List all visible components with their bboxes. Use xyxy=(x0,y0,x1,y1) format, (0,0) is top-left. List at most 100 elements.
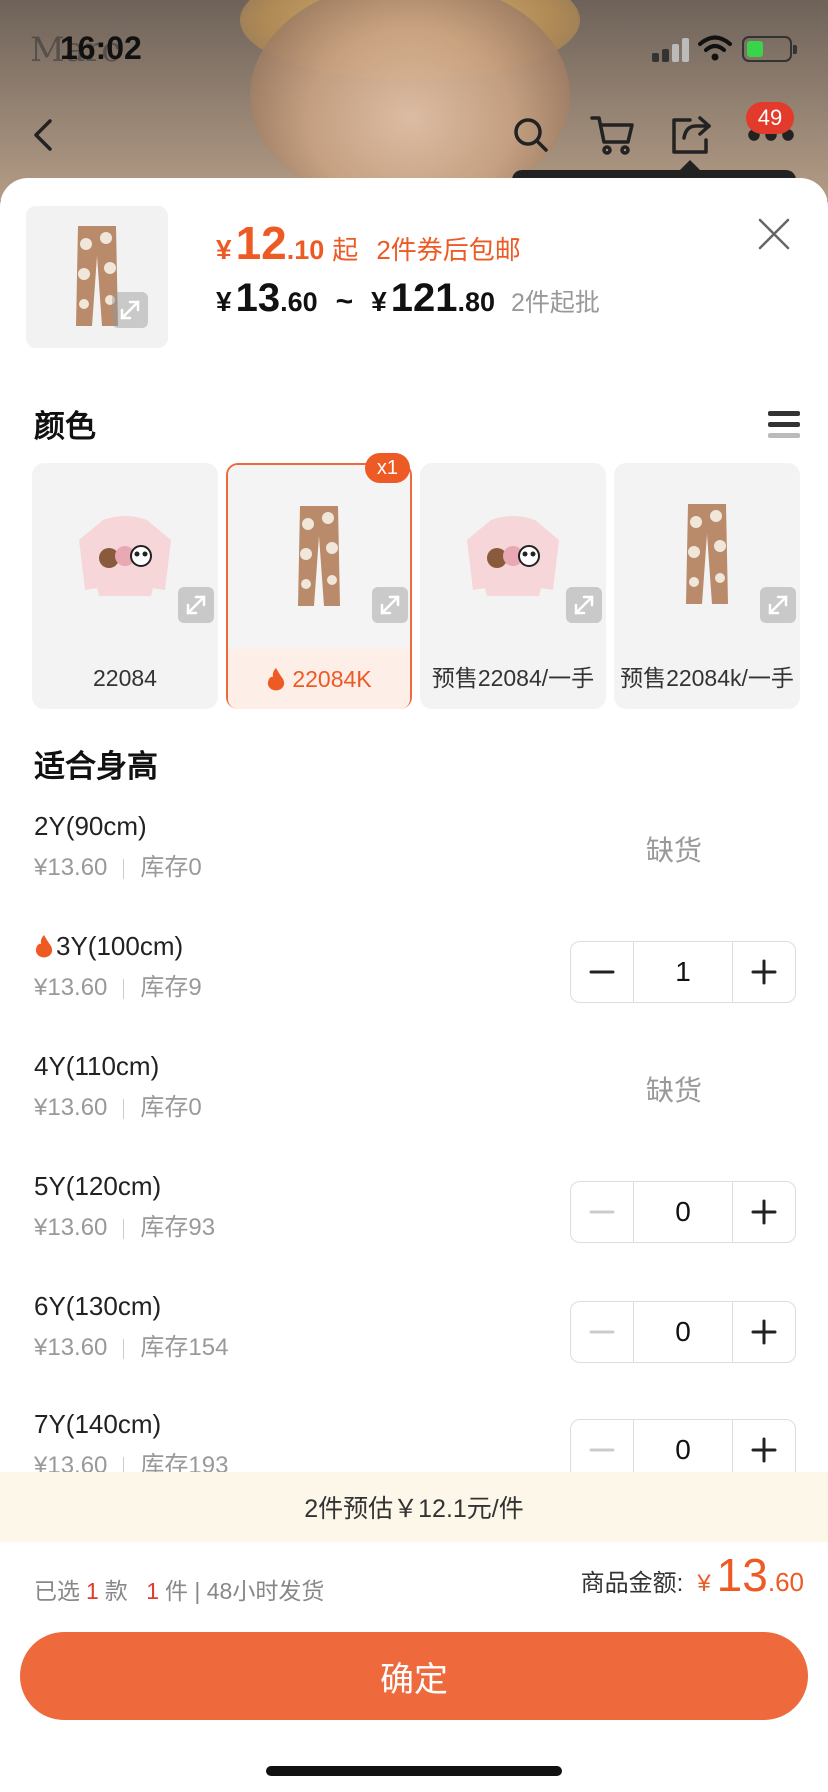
size-name: 3Y(100cm) xyxy=(56,931,184,961)
share-button[interactable] xyxy=(660,104,722,166)
size-price-stock: ¥13.60 库存0 xyxy=(34,847,202,882)
sheet-body[interactable]: 颜色 22084 x1 22084K 预售22084/一手 预售22084k/一… xyxy=(14,373,814,1473)
quantity-value[interactable]: 1 xyxy=(633,942,733,1002)
expand-icon[interactable] xyxy=(112,292,148,328)
product-thumbnail[interactable] xyxy=(26,206,168,348)
color-option-label: 22084 xyxy=(93,664,157,691)
size-price: ¥13.60 xyxy=(34,1214,108,1241)
items-count: 1 xyxy=(146,1578,159,1604)
size-name: 5Y(120cm) xyxy=(34,1171,162,1201)
confirm-button[interactable]: 确定 xyxy=(20,1632,808,1720)
list-view-icon[interactable] xyxy=(768,411,800,445)
color-option-presale-22084[interactable]: 预售22084/一手 xyxy=(420,463,606,709)
size-name: 7Y(140cm) xyxy=(34,1409,162,1439)
close-icon xyxy=(758,218,790,250)
size-stock: 库存0 xyxy=(140,1094,202,1121)
size-row: 4Y(110cm) ¥13.60 库存0 缺货 xyxy=(14,1051,814,1151)
price-range: ¥ 13 .60 ~ ¥ 121 .80 2件起批 xyxy=(216,276,600,321)
quantity-stepper: 0 xyxy=(570,1181,796,1243)
range-low-integer: 13 xyxy=(235,276,281,320)
size-section-title: 适合身高 xyxy=(34,749,158,784)
size-price-stock: ¥13.60 库存193 xyxy=(34,1445,228,1473)
size-stock: 库存93 xyxy=(140,1214,216,1241)
selection-info: 已选 1 款 1件 | 48小时发货 xyxy=(34,1572,324,1606)
back-button[interactable] xyxy=(14,104,76,166)
expand-icon[interactable] xyxy=(372,587,408,623)
search-button[interactable] xyxy=(500,104,562,166)
hot-flame-icon xyxy=(35,935,53,958)
decrement-button[interactable] xyxy=(571,1182,633,1242)
quantity-value[interactable]: 0 xyxy=(633,1182,733,1242)
size-price-stock: ¥13.60 库存0 xyxy=(34,1087,202,1122)
increment-button[interactable] xyxy=(733,942,795,1002)
tooltip-pointer xyxy=(680,160,700,170)
color-option-label: 预售22084/一手 xyxy=(431,664,595,691)
expand-icon[interactable] xyxy=(760,587,796,623)
quantity-value[interactable]: 0 xyxy=(633,1420,733,1473)
size-row: 2Y(90cm) ¥13.60 库存0 缺货 xyxy=(14,811,814,911)
total-currency: ¥ xyxy=(697,1570,711,1597)
size-name: 4Y(110cm) xyxy=(34,1051,160,1081)
plus-icon xyxy=(751,1319,777,1345)
status-bar: 16:02 xyxy=(0,0,828,100)
plus-icon xyxy=(751,959,777,985)
currency-symbol: ¥ xyxy=(216,234,232,265)
styles-unit: 款 xyxy=(104,1578,128,1604)
increment-button[interactable] xyxy=(733,1302,795,1362)
quantity-stepper: 0 xyxy=(570,1419,796,1473)
sheet-header: ¥ 12 .10 起 2件券后包邮 ¥ 13 .60 ~ ¥ 121 .80 2… xyxy=(0,178,828,373)
out-of-stock-label: 缺货 xyxy=(646,1075,703,1106)
size-row: 7Y(140cm) ¥13.60 库存193 0 xyxy=(14,1409,814,1473)
minus-icon xyxy=(589,970,615,974)
increment-button[interactable] xyxy=(733,1182,795,1242)
range-separator: ~ xyxy=(335,285,354,318)
coupon-price-integer: 12 xyxy=(235,217,287,269)
cellular-signal-icon xyxy=(652,38,692,62)
color-option-presale-22084k[interactable]: 预售22084k/一手 xyxy=(614,463,800,709)
decrement-button[interactable] xyxy=(571,1420,633,1473)
expand-icon[interactable] xyxy=(178,587,214,623)
top-navigation xyxy=(0,100,828,170)
size-stock: 库存0 xyxy=(140,854,202,881)
color-option-label: 预售22084k/一手 xyxy=(620,664,794,691)
expand-icon[interactable] xyxy=(566,587,602,623)
coupon-info: 2件券后包邮 xyxy=(376,235,521,265)
cart-count-badge: 49 xyxy=(746,102,794,134)
currency-symbol: ¥ xyxy=(371,286,387,317)
quantity-value[interactable]: 0 xyxy=(633,1302,733,1362)
color-option-22084k[interactable]: x1 22084K xyxy=(226,453,412,709)
size-stock: 库存9 xyxy=(140,974,202,1001)
size-price: ¥13.60 xyxy=(34,854,108,881)
range-high-decimal: .80 xyxy=(457,287,496,317)
size-name-wrap: 3Y(100cm) xyxy=(34,931,183,962)
chevron-left-icon xyxy=(34,119,52,151)
close-button[interactable] xyxy=(752,212,796,256)
minus-icon xyxy=(589,1210,615,1214)
styles-count: 1 xyxy=(86,1578,99,1604)
wifi-icon xyxy=(698,35,732,61)
hot-flame-icon xyxy=(268,668,285,691)
cart-icon xyxy=(590,116,634,155)
plus-icon xyxy=(751,1437,777,1463)
decrement-button[interactable] xyxy=(571,1302,633,1362)
cart-button[interactable] xyxy=(582,104,644,166)
items-unit-shipping: 件 | 48小时发货 xyxy=(164,1578,325,1604)
color-option-22084[interactable]: 22084 xyxy=(32,463,218,709)
color-options: 22084 x1 22084K 预售22084/一手 预售22084k/一手 xyxy=(32,453,802,711)
total-label: 商品金额: xyxy=(580,1570,684,1597)
size-price-stock: ¥13.60 库存93 xyxy=(34,1207,215,1242)
color-option-label-wrap: 22084K xyxy=(228,649,410,709)
coupon-price-decimal: .10 xyxy=(286,235,325,265)
size-price: ¥13.60 xyxy=(34,974,108,1001)
share-icon xyxy=(672,116,711,154)
minus-icon xyxy=(589,1448,615,1452)
size-stock: 库存154 xyxy=(140,1334,229,1361)
color-option-label: 22084K xyxy=(292,665,372,692)
decrement-button[interactable] xyxy=(571,942,633,1002)
range-low-decimal: .60 xyxy=(280,287,318,317)
range-high-integer: 121 xyxy=(390,276,458,320)
search-icon xyxy=(514,118,548,152)
size-price-stock: ¥13.60 库存154 xyxy=(34,1327,228,1362)
price-estimate-banner: 2件预估￥12.1元/件 xyxy=(0,1472,828,1542)
increment-button[interactable] xyxy=(733,1420,795,1473)
